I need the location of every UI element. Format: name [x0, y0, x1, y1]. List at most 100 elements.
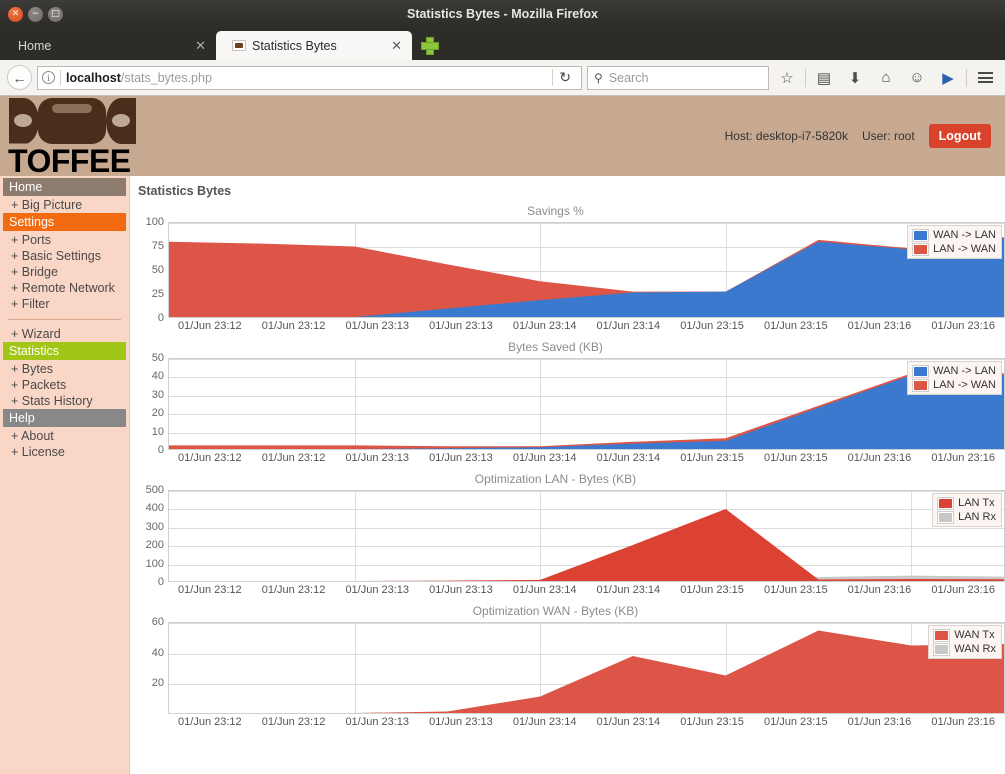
- y-axis-labels: 0 100 200 300 400 500: [136, 484, 168, 588]
- x-tick-label: 01/Jun 23:15: [680, 716, 744, 728]
- search-icon: ⚲: [594, 70, 603, 85]
- sidebar-item-bridge[interactable]: + Bridge: [3, 264, 126, 280]
- back-button[interactable]: ←: [7, 65, 32, 90]
- legend-label: WAN Rx: [954, 643, 996, 655]
- x-tick-label: 01/Jun 23:15: [763, 584, 828, 596]
- y-tick-label: 400: [145, 502, 164, 515]
- toffee-logo[interactable]: TOFFEE: [8, 96, 136, 177]
- sidebar-header-settings[interactable]: Settings: [3, 213, 126, 231]
- address-bar[interactable]: i localhost/stats_bytes.php ↻: [37, 65, 582, 90]
- maximize-window-button[interactable]: □: [48, 6, 63, 22]
- sidebar-item-wizard[interactable]: + Wizard: [3, 326, 126, 342]
- close-tab-icon[interactable]: ✕: [193, 39, 208, 52]
- y-tick-label: 100: [145, 557, 164, 570]
- menu-hamburger-icon[interactable]: [972, 65, 998, 91]
- tab-statistics-bytes[interactable]: Statistics Bytes ✕: [216, 31, 412, 60]
- legend-entry[interactable]: LAN -> WAN: [912, 242, 996, 256]
- y-tick-label: 30: [151, 388, 164, 401]
- x-axis-labels: 01/Jun 23:12 01/Jun 23:12 01/Jun 23:13 01/J…: [168, 452, 1005, 464]
- sync-icon[interactable]: ▶: [935, 65, 961, 91]
- legend-label: LAN -> WAN: [933, 379, 996, 391]
- x-tick-label: 01/Jun 23:13: [345, 320, 410, 332]
- divider: [805, 68, 806, 87]
- x-tick-label: 01/Jun 23:13: [429, 584, 493, 596]
- legend-entry[interactable]: WAN Rx: [933, 642, 996, 656]
- plus-icon: [421, 37, 439, 55]
- legend-label: LAN Tx: [958, 497, 995, 509]
- sidebar-header-help[interactable]: Help: [3, 409, 126, 427]
- logout-button[interactable]: Logout: [928, 124, 991, 148]
- sidebar-item-packets[interactable]: + Packets: [3, 377, 126, 393]
- y-tick-label: 300: [145, 520, 164, 533]
- y-axis-labels: 20 40 60: [136, 616, 168, 714]
- legend-entry[interactable]: WAN Tx: [933, 628, 996, 642]
- sidebar-item-bytes[interactable]: + Bytes: [3, 361, 126, 377]
- downloads-icon[interactable]: ⬇: [842, 65, 868, 91]
- reload-icon: ↻: [559, 69, 571, 85]
- url-path: /stats_bytes.php: [120, 70, 212, 85]
- series-area-lan-tx: [169, 509, 1004, 581]
- y-tick-label: 20: [151, 407, 164, 420]
- x-tick-label: 01/Jun 23:15: [680, 320, 744, 332]
- search-placeholder: Search: [608, 70, 649, 85]
- minimize-window-button[interactable]: −: [28, 6, 43, 22]
- legend-entry[interactable]: LAN Rx: [937, 510, 996, 524]
- y-tick-label: 25: [151, 288, 164, 300]
- sidebar-item-about[interactable]: + About: [3, 428, 126, 444]
- legend-entry[interactable]: LAN Tx: [937, 496, 996, 510]
- sidebar-item-remote-network[interactable]: + Remote Network: [3, 280, 126, 296]
- sidebar-header-home[interactable]: Home: [3, 178, 126, 196]
- sidebar-nav: Home + Big Picture Settings + Ports + Basic …: [0, 176, 130, 774]
- x-tick-label: 01/Jun 23:12: [261, 320, 326, 332]
- x-tick-label: 01/Jun 23:13: [429, 716, 493, 728]
- legend-swatch-icon: [912, 364, 930, 378]
- x-tick-label: 01/Jun 23:14: [512, 452, 577, 464]
- y-tick-label: 60: [151, 616, 164, 628]
- page-info-icon[interactable]: i: [42, 71, 55, 84]
- x-tick-label: 01/Jun 23:15: [680, 584, 744, 596]
- home-icon[interactable]: ⌂: [873, 65, 899, 91]
- window-title: Statistics Bytes - Mozilla Firefox: [0, 7, 1005, 21]
- chart-title: Optimization WAN - Bytes (KB): [472, 604, 639, 618]
- legend-label: LAN -> WAN: [933, 243, 996, 255]
- tab-label: Statistics Bytes: [252, 38, 337, 53]
- x-tick-label: 01/Jun 23:13: [345, 584, 410, 596]
- x-tick-label: 01/Jun 23:12: [261, 716, 326, 728]
- y-tick-label: 20: [151, 677, 164, 690]
- x-tick-label: 01/Jun 23:16: [931, 716, 995, 728]
- sidebar-item-big-picture[interactable]: + Big Picture: [3, 197, 126, 213]
- legend-swatch-icon: [933, 642, 951, 656]
- sidebar-header-statistics[interactable]: Statistics: [3, 342, 126, 360]
- legend-entry[interactable]: LAN -> WAN: [912, 378, 996, 392]
- x-tick-label: 01/Jun 23:16: [931, 584, 995, 596]
- navigation-toolbar: ← i localhost/stats_bytes.php ↻ ⚲ Search…: [0, 60, 1005, 96]
- x-tick-label: 01/Jun 23:14: [596, 320, 661, 332]
- sidebar-item-stats-history[interactable]: + Stats History: [3, 393, 126, 409]
- header-right: Host: desktop-i7-5820k User: root Logout: [725, 124, 991, 148]
- x-tick-label: 01/Jun 23:16: [847, 716, 912, 728]
- bookmark-star-icon[interactable]: ☆: [774, 65, 800, 91]
- search-bar[interactable]: ⚲ Search: [587, 65, 769, 90]
- close-tab-icon[interactable]: ✕: [389, 39, 404, 52]
- x-axis-labels: 01/Jun 23:12 01/Jun 23:12 01/Jun 23:13 01/J…: [168, 320, 1005, 332]
- close-window-button[interactable]: ✕: [8, 6, 23, 22]
- sidebar-item-license[interactable]: + License: [3, 444, 126, 460]
- legend-label: WAN Tx: [954, 629, 995, 641]
- divider: [60, 70, 61, 85]
- sidebar-item-basic-settings[interactable]: + Basic Settings: [3, 248, 126, 264]
- tab-home[interactable]: Home ✕: [2, 31, 216, 60]
- chart-1: Savings % 0 25 50 75 100 WAN -> LAN LAN -> WAN 0…: [136, 204, 1005, 332]
- legend-entry[interactable]: WAN -> LAN: [912, 228, 996, 242]
- x-tick-label: 01/Jun 23:12: [178, 320, 242, 332]
- chat-icon[interactable]: ☺: [904, 65, 930, 91]
- legend-entry[interactable]: WAN -> LAN: [912, 364, 996, 378]
- new-tab-button[interactable]: [418, 34, 440, 56]
- plot-area: LAN Tx LAN Rx: [168, 490, 1005, 582]
- sidebar-item-ports[interactable]: + Ports: [3, 232, 126, 248]
- reader-list-icon[interactable]: ▤: [811, 65, 837, 91]
- chart-legend: WAN -> LAN LAN -> WAN: [907, 361, 1002, 395]
- sidebar-item-filter[interactable]: + Filter: [3, 296, 126, 312]
- chart-2: Bytes Saved (KB) 0 10 20 30 40 50 WAN -> LAN LAN…: [136, 340, 1005, 464]
- x-tick-label: 01/Jun 23:14: [512, 584, 577, 596]
- reload-button[interactable]: ↻: [552, 69, 577, 86]
